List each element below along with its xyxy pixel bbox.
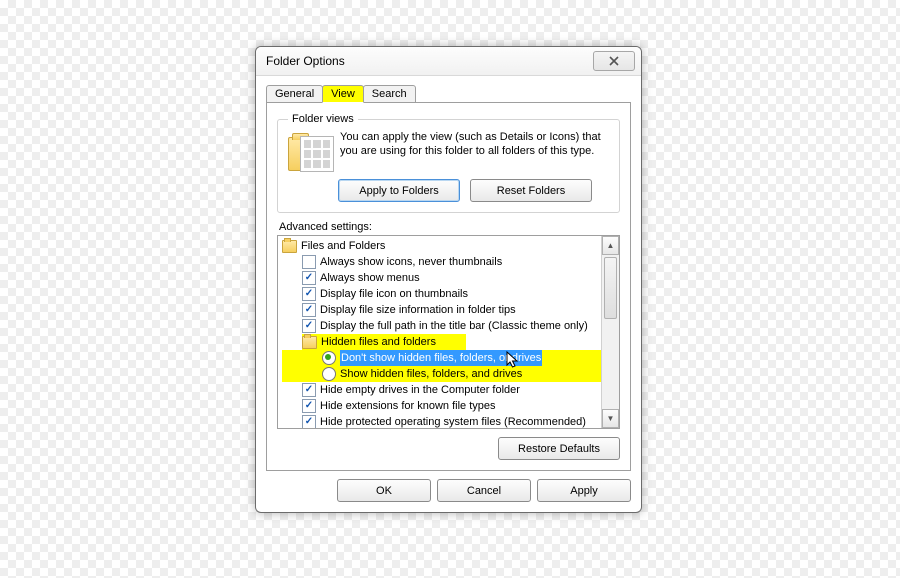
tree-item[interactable]: ✓ Hide protected operating system files …	[282, 414, 601, 428]
cancel-button[interactable]: Cancel	[437, 479, 531, 502]
folder-options-dialog: Folder Options General View Search Folde…	[255, 46, 642, 513]
tab-strip: General View Search	[266, 85, 631, 103]
advanced-settings-tree: Files and Folders ✓ Always show icons, n…	[277, 235, 620, 429]
folder-views-legend: Folder views	[288, 113, 358, 125]
radio-icon[interactable]	[322, 367, 336, 381]
radio-icon[interactable]	[322, 351, 336, 365]
advanced-settings-label: Advanced settings:	[279, 221, 620, 233]
titlebar: Folder Options	[256, 47, 641, 76]
checkbox-icon[interactable]: ✓	[302, 287, 316, 301]
tree-radio-show-hidden[interactable]: Show hidden files, folders, and drives	[282, 366, 601, 382]
tree-item[interactable]: ✓ Hide extensions for known file types	[282, 398, 601, 414]
tab-body-view: Folder views You can apply the view (suc…	[266, 102, 631, 471]
ok-button[interactable]: OK	[337, 479, 431, 502]
close-icon	[608, 56, 620, 66]
tree-item[interactable]: ✓ Display file icon on thumbnails	[282, 286, 601, 302]
tree-item[interactable]: ✓ Always show icons, never thumbnails	[282, 254, 601, 270]
tree-item[interactable]: ✓ Display file size information in folde…	[282, 302, 601, 318]
scroll-down-button[interactable]: ▼	[602, 409, 619, 428]
checkbox-icon[interactable]: ✓	[302, 383, 316, 397]
apply-to-folders-button[interactable]: Apply to Folders	[338, 179, 460, 202]
restore-defaults-button[interactable]: Restore Defaults	[498, 437, 620, 460]
folder-views-icon	[288, 131, 330, 173]
tree-group-hidden[interactable]: Hidden files and folders	[282, 334, 601, 350]
scroll-thumb[interactable]	[604, 257, 617, 319]
tree-item-label-selected: Don't show hidden files, folders, or dri…	[340, 350, 542, 366]
tree-item[interactable]: ✓ Hide empty drives in the Computer fold…	[282, 382, 601, 398]
checkbox-icon[interactable]: ✓	[302, 271, 316, 285]
checkbox-icon[interactable]: ✓	[302, 399, 316, 413]
window-title: Folder Options	[266, 54, 593, 68]
scroll-up-button[interactable]: ▲	[602, 236, 619, 255]
tab-search[interactable]: Search	[363, 85, 416, 103]
checkbox-icon[interactable]: ✓	[302, 255, 316, 269]
dialog-button-row: OK Cancel Apply	[256, 479, 641, 502]
checkbox-icon[interactable]: ✓	[302, 319, 316, 333]
folder-icon	[282, 240, 297, 253]
folder-views-group: Folder views You can apply the view (suc…	[277, 113, 620, 213]
checkbox-icon[interactable]: ✓	[302, 415, 316, 428]
apply-button[interactable]: Apply	[537, 479, 631, 502]
tree-root-files-folders[interactable]: Files and Folders	[282, 238, 601, 254]
tree-scrollbar[interactable]: ▲ ▼	[601, 236, 619, 428]
reset-folders-button[interactable]: Reset Folders	[470, 179, 592, 202]
tab-general[interactable]: General	[266, 85, 323, 103]
tab-view[interactable]: View	[322, 85, 364, 103]
tree-item[interactable]: ✓ Always show menus	[282, 270, 601, 286]
checkbox-icon[interactable]: ✓	[302, 303, 316, 317]
folder-views-description: You can apply the view (such as Details …	[340, 131, 609, 173]
tree-item[interactable]: ✓ Display the full path in the title bar…	[282, 318, 601, 334]
tree-radio-dont-show-hidden[interactable]: Don't show hidden files, folders, or dri…	[282, 350, 601, 366]
close-button[interactable]	[593, 51, 635, 71]
scroll-track[interactable]	[602, 321, 619, 409]
folder-icon	[302, 336, 317, 349]
